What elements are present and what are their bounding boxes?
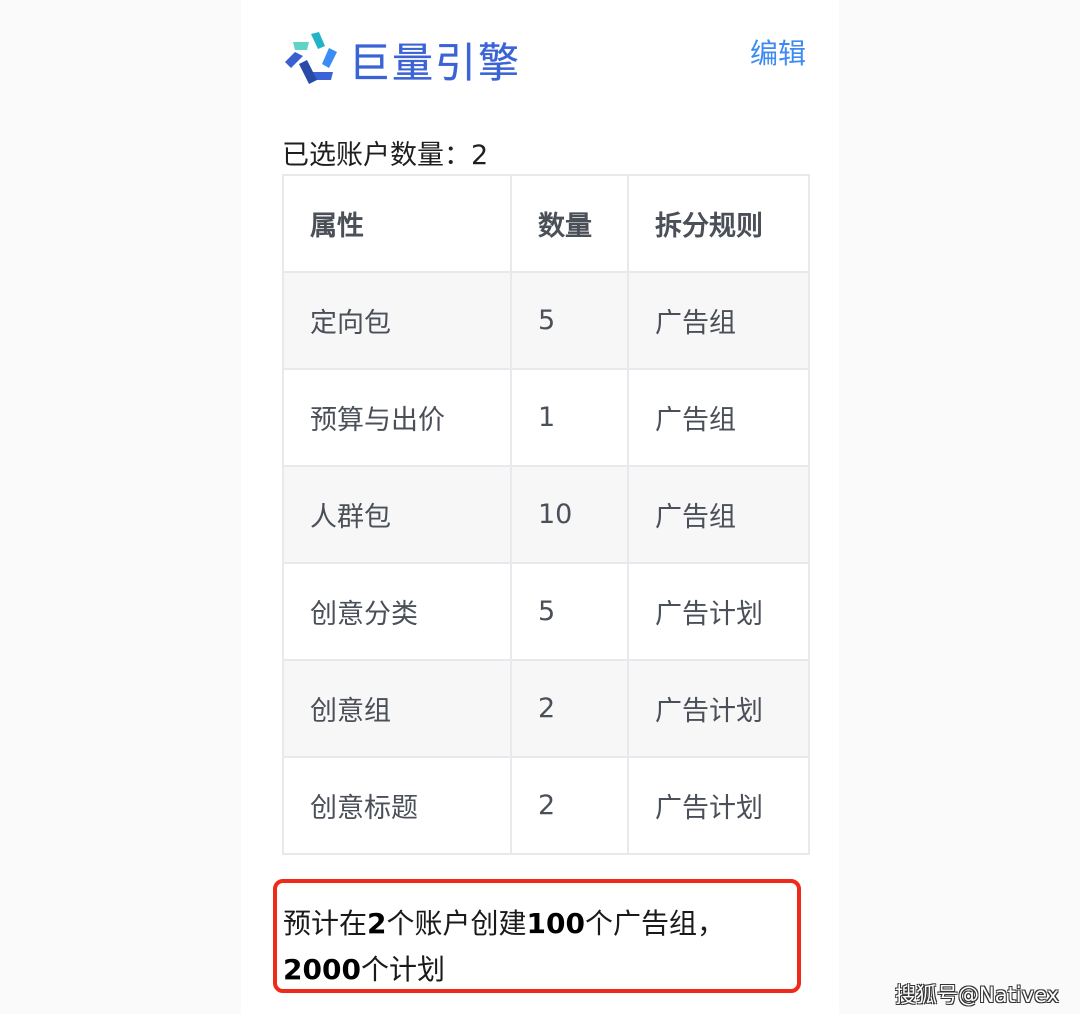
table-row: 人群包 10 广告组: [282, 465, 810, 564]
cell-quantity: 1: [510, 368, 629, 467]
summary-plan-count: 2000: [283, 953, 361, 986]
brand-logo: 巨量引擎: [281, 28, 521, 90]
table-row: 预算与出价 1 广告组: [282, 368, 810, 467]
cell-split-rule: 广告组: [627, 465, 810, 564]
table-header-row: 属性 数量 拆分规则: [282, 174, 810, 273]
cell-split-rule: 广告计划: [627, 659, 810, 758]
cell-split-rule: 广告计划: [627, 756, 810, 855]
cell-attribute: 人群包: [282, 465, 512, 564]
cell-attribute: 创意分类: [282, 562, 512, 661]
column-header-split-rule: 拆分规则: [627, 174, 810, 273]
selected-account-count: 已选账户数量：2: [282, 133, 488, 172]
column-header-quantity: 数量: [510, 174, 629, 273]
creation-summary-box: 预计在2个账户创建100个广告组， 2000个计划: [273, 879, 801, 993]
summary-ad-group-count: 100: [526, 907, 585, 940]
cell-attribute: 预算与出价: [282, 368, 512, 467]
watermark: 搜狐号@Nativex: [895, 983, 1060, 1007]
summary-account-count: 2: [367, 907, 387, 940]
edit-button[interactable]: 编辑: [750, 32, 806, 72]
summary-text: 个账户创建: [386, 907, 527, 940]
table-row: 定向包 5 广告组: [282, 271, 810, 370]
summary-text: 预计在: [283, 907, 368, 940]
summary-text: 个广告组，: [584, 907, 725, 940]
column-header-attribute: 属性: [282, 174, 512, 273]
cell-quantity: 10: [510, 465, 629, 564]
table-row: 创意分类 5 广告计划: [282, 562, 810, 661]
cell-split-rule: 广告组: [627, 368, 810, 467]
ocean-engine-logo-icon: [285, 32, 337, 84]
summary-text: 个计划: [360, 953, 445, 986]
cell-attribute: 定向包: [282, 271, 512, 370]
table-row: 创意标题 2 广告计划: [282, 756, 810, 855]
table-row: 创意组 2 广告计划: [282, 659, 810, 758]
attribute-table: 属性 数量 拆分规则 定向包 5 广告组 预算与出价 1 广告组 人群包 10 …: [282, 174, 810, 855]
selected-account-count-value: 2: [471, 140, 489, 171]
cell-quantity: 2: [510, 756, 629, 855]
cell-attribute: 创意组: [282, 659, 512, 758]
cell-attribute: 创意标题: [282, 756, 512, 855]
cell-split-rule: 广告计划: [627, 562, 810, 661]
cell-quantity: 5: [510, 271, 629, 370]
cell-quantity: 2: [510, 659, 629, 758]
selected-account-count-label: 已选账户数量：: [282, 140, 471, 171]
cell-split-rule: 广告组: [627, 271, 810, 370]
cell-quantity: 5: [510, 562, 629, 661]
logo-text: 巨量引擎: [349, 39, 521, 87]
